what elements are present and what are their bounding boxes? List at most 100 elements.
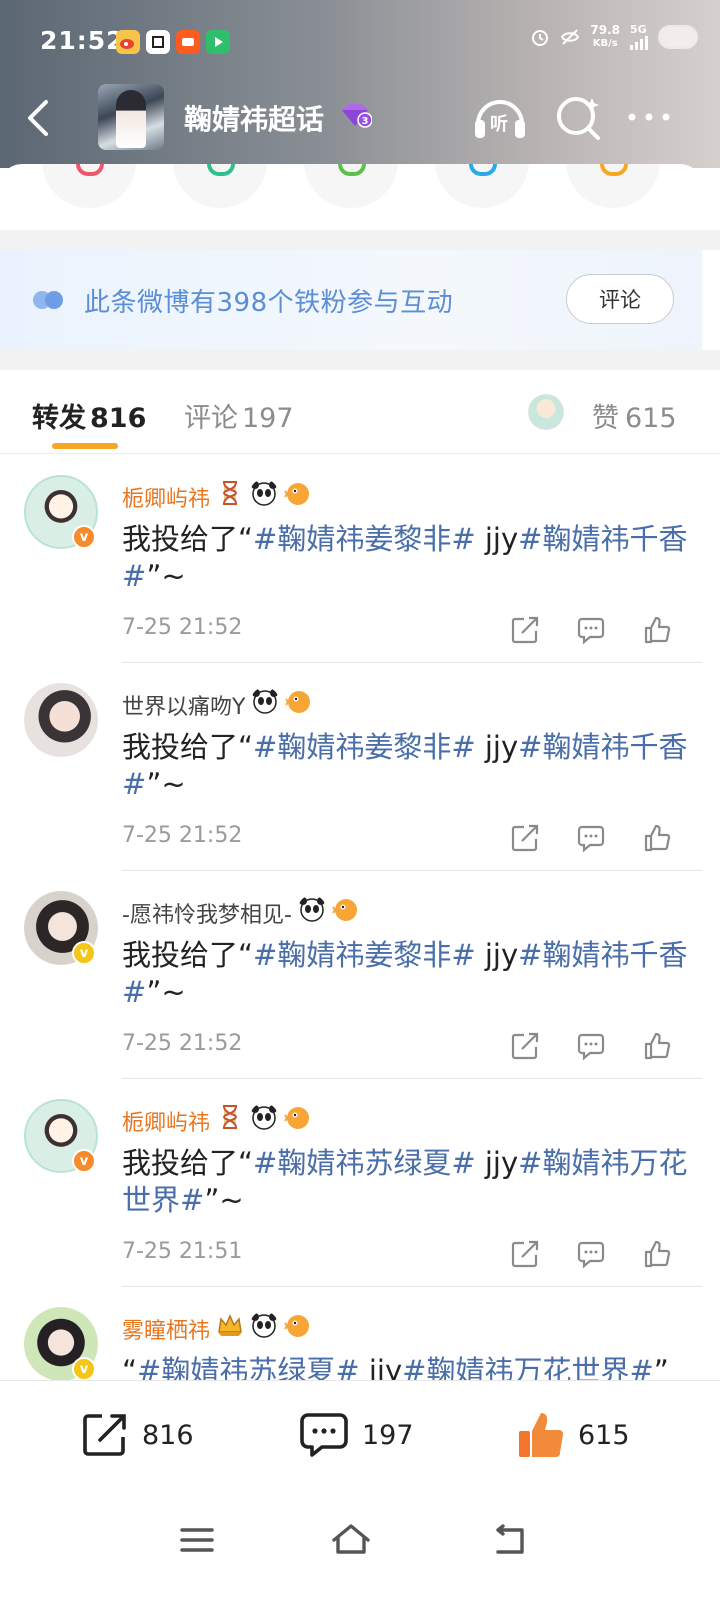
search-button[interactable] [552, 92, 608, 142]
text-prefix: 我投给了“ [122, 522, 254, 556]
username[interactable]: -愿祎怜我梦相见- [122, 897, 292, 929]
tab-likes-label: 赞 [592, 403, 619, 434]
app-notification-icon [146, 30, 170, 54]
repost-text: “#鞠婧祎苏绿夏# jjy#鞠婧祎万花世界#” [122, 1353, 692, 1380]
repost-text: 我投给了“#鞠婧祎苏绿夏# jjy#鞠婧祎万花世界#”~ [122, 1145, 692, 1219]
tab-repost-label: 转发 [32, 403, 86, 434]
function-cloud-icon[interactable] [435, 164, 529, 208]
text-middle: jjy [475, 938, 519, 972]
bottom-comment-button[interactable]: 197 [298, 1407, 414, 1463]
bottom-repost-count: 816 [142, 1419, 194, 1451]
item-repost-button[interactable] [510, 615, 540, 645]
text-suffix: ”~ [204, 1183, 244, 1217]
nav-home-button[interactable] [326, 1520, 376, 1560]
panda-icon [251, 481, 277, 506]
repost-icon [83, 1414, 126, 1456]
back-button[interactable] [20, 96, 60, 140]
item-repost-button[interactable] [510, 823, 540, 853]
bottom-like-count: 615 [578, 1419, 630, 1451]
topic-link[interactable]: #鞠婧祎苏绿夏# [137, 1354, 360, 1380]
bottom-repost-button[interactable]: 816 [80, 1407, 194, 1463]
comment-icon [577, 617, 605, 645]
notification-icons [116, 30, 230, 54]
item-like-button[interactable] [642, 823, 672, 853]
more-button[interactable] [624, 92, 680, 142]
user-badges [216, 1103, 312, 1131]
item-like-button[interactable] [642, 1239, 672, 1269]
weibo-notification-icon [116, 30, 140, 54]
list-item: 世界以痛吻Y 我投给了“#鞠婧祎姜黎非# jjy#鞠婧祎千香#”~ 7-25 2… [0, 663, 720, 871]
item-repost-button[interactable] [510, 1239, 540, 1269]
username[interactable]: 栀卿屿祎 [122, 481, 210, 513]
item-like-button[interactable] [642, 615, 672, 645]
panda-icon [251, 1313, 277, 1338]
network-speed: 79.8 KB/s [590, 24, 620, 50]
thumbs-up-icon [644, 1032, 671, 1060]
more-dots-icon [628, 113, 670, 121]
crown-icon [218, 1314, 242, 1336]
username[interactable]: 栀卿屿祎 [122, 1105, 210, 1137]
user-badges [216, 1311, 312, 1339]
tab-comment[interactable]: 评论 197 [184, 396, 294, 435]
topic-avatar[interactable] [98, 84, 164, 150]
text-prefix: “ [122, 1354, 138, 1380]
repost-icon [511, 1032, 539, 1060]
username[interactable]: 世界以痛吻Y [122, 689, 245, 721]
post-time: 7-25 21:51 [122, 1239, 243, 1264]
item-comment-button[interactable] [576, 823, 606, 853]
topic-link[interactable]: #鞠婧祎苏绿夏# [253, 1146, 476, 1180]
fans-icon [33, 291, 63, 309]
network-type: 5G [630, 23, 647, 36]
function-chat-icon[interactable] [173, 164, 267, 208]
user-badges [251, 687, 313, 715]
battery-icon [658, 25, 698, 49]
signal-bars-icon [630, 36, 648, 50]
alarm-icon [532, 30, 549, 46]
hourglass-icon [222, 481, 238, 505]
function-search-icon[interactable] [42, 164, 136, 208]
nav-back-button[interactable] [484, 1520, 534, 1560]
status-time: 21:52 [40, 26, 125, 55]
function-ball-icon[interactable] [304, 164, 398, 208]
tab-repost-count: 816 [90, 403, 147, 434]
topic-link[interactable]: #鞠婧祎万花世界# [402, 1354, 654, 1380]
avatar[interactable] [24, 683, 98, 757]
user-badges [298, 895, 360, 923]
topic-header: 21:52 79.8 KB/s 5G 鞠婧祎超话 3 听 [0, 0, 720, 168]
bottom-like-button[interactable]: 615 [516, 1407, 630, 1463]
text-suffix: ”~ [146, 767, 186, 801]
network-speed-value: 79.8 [590, 23, 620, 37]
banner-comment-button[interactable]: 评论 [566, 274, 674, 324]
active-tab-indicator [52, 443, 118, 449]
text-middle: jjy [475, 1146, 519, 1180]
post-time: 7-25 21:52 [122, 1031, 243, 1056]
listen-label: 听 [490, 114, 508, 135]
function-sort-icon[interactable] [566, 164, 660, 208]
nav-menu-button[interactable] [172, 1520, 222, 1560]
item-comment-button[interactable] [576, 615, 606, 645]
text-suffix: ” [653, 1354, 669, 1380]
pufferfish-icon [284, 1107, 309, 1129]
repost-list: v 栀卿屿祎 我投给了“#鞠婧祎姜黎非# jjy#鞠婧祎千香#”~ 7-25 2… [0, 455, 720, 1380]
tab-likes[interactable]: 赞 615 [592, 396, 677, 435]
topic-link[interactable]: #鞠婧祎姜黎非# [253, 938, 476, 972]
username[interactable]: 雾瞳栖祎 [122, 1313, 210, 1345]
text-middle: jjy [475, 730, 519, 764]
item-repost-button[interactable] [510, 1031, 540, 1061]
listen-button[interactable]: 听 [472, 92, 528, 142]
list-item: v 雾瞳栖祎 “#鞠婧祎苏绿夏# jjy#鞠婧祎万花世界#” [0, 1287, 720, 1380]
topic-link[interactable]: #鞠婧祎姜黎非# [253, 522, 476, 556]
verified-badge-icon: v [72, 525, 96, 549]
tab-repost[interactable]: 转发 816 [32, 396, 146, 435]
item-like-button[interactable] [642, 1031, 672, 1061]
taobao-notification-icon [176, 30, 200, 54]
home-icon [332, 1524, 370, 1554]
repost-icon [511, 824, 539, 852]
status-bar: 21:52 79.8 KB/s 5G [0, 0, 720, 80]
text-middle: jjy [475, 522, 519, 556]
item-comment-button[interactable] [576, 1239, 606, 1269]
topic-link[interactable]: #鞠婧祎姜黎非# [253, 730, 476, 764]
item-comment-button[interactable] [576, 1031, 606, 1061]
list-item: v 栀卿屿祎 我投给了“#鞠婧祎姜黎非# jjy#鞠婧祎千香#”~ 7-25 2… [0, 455, 720, 663]
comment-icon [577, 825, 605, 853]
